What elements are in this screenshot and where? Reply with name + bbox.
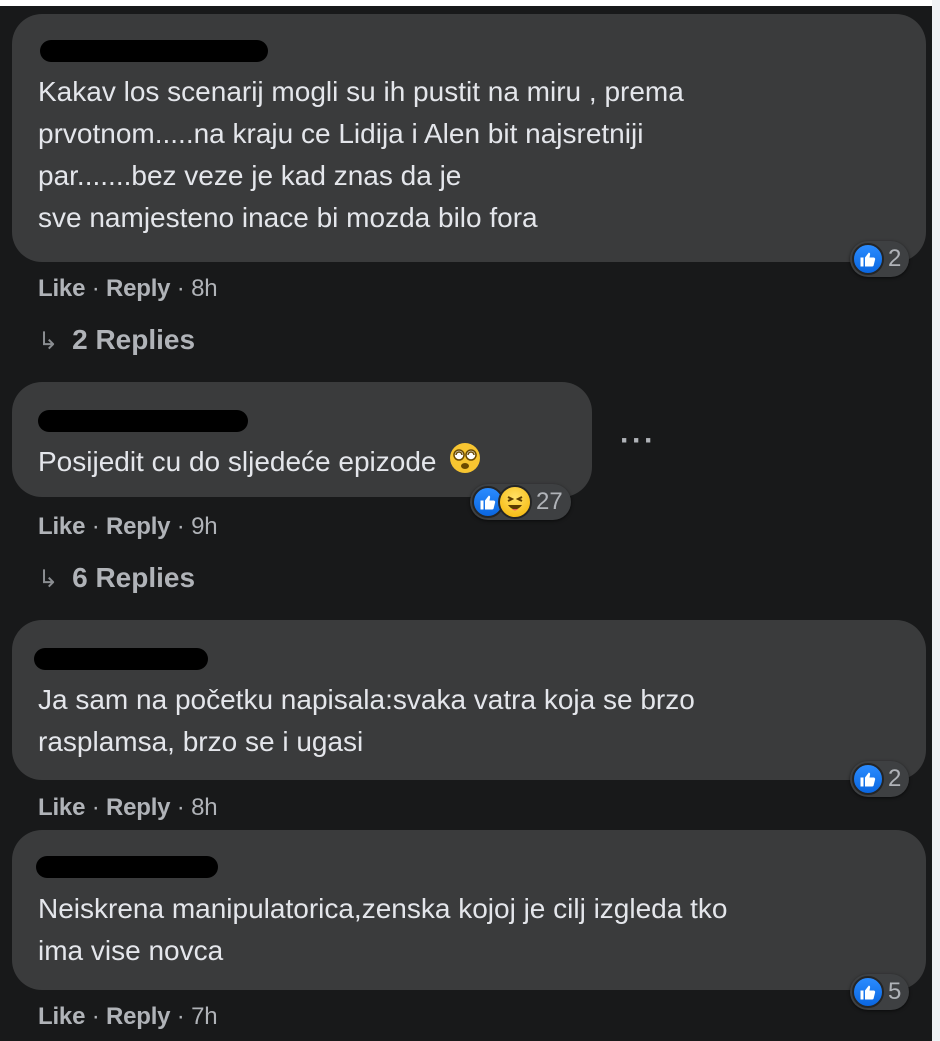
- redacted-author-name: [34, 648, 208, 670]
- separator: ·: [91, 1003, 100, 1030]
- comment-actions: Like · Reply · 8h: [38, 794, 218, 822]
- timestamp[interactable]: 8h: [191, 275, 217, 302]
- reply-link[interactable]: Reply: [106, 513, 171, 540]
- comment-text: Posijedit cu do sljedeće epizode: [38, 446, 437, 477]
- view-replies-link[interactable]: ↳ 6 Replies: [38, 562, 195, 594]
- comment-text-line: Kakav los scenarij mogli su ih pustit na…: [38, 76, 684, 107]
- reaction-summary[interactable]: 27: [470, 484, 571, 520]
- comment-actions: Like · Reply · 8h: [38, 275, 218, 303]
- separator: ·: [91, 275, 100, 302]
- reply-link[interactable]: Reply: [106, 794, 171, 821]
- comment-actions: Like · Reply · 7h: [38, 1003, 218, 1031]
- timestamp[interactable]: 8h: [191, 794, 217, 821]
- reaction-summary[interactable]: 2: [850, 761, 910, 797]
- reaction-count: 2: [888, 765, 902, 792]
- like-link[interactable]: Like: [38, 275, 85, 302]
- reaction-count: 5: [888, 978, 902, 1005]
- page-edge: [932, 0, 940, 1041]
- redacted-author-name: [36, 856, 218, 878]
- more-options-button[interactable]: ···: [620, 424, 656, 458]
- comment-text-line: Ja sam na početku napisala:svaka vatra k…: [38, 684, 695, 715]
- reply-arrow-icon: ↳: [38, 566, 59, 593]
- like-reaction-icon: [852, 976, 884, 1008]
- comment-text-line: sve namjesteno inace bi mozda bilo fora: [38, 202, 538, 233]
- comments-panel: Kakav los scenarij mogli su ih pustit na…: [0, 6, 932, 1041]
- comment-text-line: Neiskrena manipulatorica,zenska kojoj je…: [38, 893, 728, 924]
- reaction-summary[interactable]: 5: [850, 974, 910, 1010]
- dizzy-face-emoji-icon: [448, 441, 482, 486]
- like-reaction-icon: [852, 763, 884, 795]
- reaction-summary[interactable]: 2: [850, 241, 910, 277]
- comment-actions: Like · Reply · 9h: [38, 513, 218, 541]
- comment-text-line: ima vise novca: [38, 935, 224, 966]
- separator: ·: [176, 513, 185, 540]
- timestamp[interactable]: 7h: [191, 1003, 217, 1030]
- separator: ·: [91, 794, 100, 821]
- comment-text-line: par.......bez veze je kad znas da je: [38, 160, 462, 191]
- comment-text-line: Posijedit cu do sljedeće epizode: [38, 441, 482, 486]
- comment-text-line: prvotnom.....na kraju ce Lidija i Alen b…: [38, 118, 644, 149]
- redacted-author-name: [38, 410, 248, 432]
- redacted-author-name: [40, 40, 268, 62]
- reaction-count: 27: [536, 488, 563, 515]
- reply-link[interactable]: Reply: [106, 1003, 171, 1030]
- replies-label: 6 Replies: [72, 562, 196, 593]
- like-link[interactable]: Like: [38, 1003, 85, 1030]
- view-replies-link[interactable]: ↳ 2 Replies: [38, 324, 195, 356]
- replies-label: 2 Replies: [72, 324, 196, 355]
- like-link[interactable]: Like: [38, 794, 85, 821]
- timestamp[interactable]: 9h: [191, 513, 217, 540]
- haha-reaction-icon: [498, 485, 532, 519]
- reaction-count: 2: [888, 245, 902, 272]
- separator: ·: [176, 275, 185, 302]
- like-link[interactable]: Like: [38, 513, 85, 540]
- reply-arrow-icon: ↳: [38, 328, 59, 355]
- reply-link[interactable]: Reply: [106, 275, 171, 302]
- like-reaction-icon: [852, 243, 884, 275]
- comment-text-line: rasplamsa, brzo se i ugasi: [38, 726, 364, 757]
- separator: ·: [176, 794, 185, 821]
- separator: ·: [176, 1003, 185, 1030]
- separator: ·: [91, 513, 100, 540]
